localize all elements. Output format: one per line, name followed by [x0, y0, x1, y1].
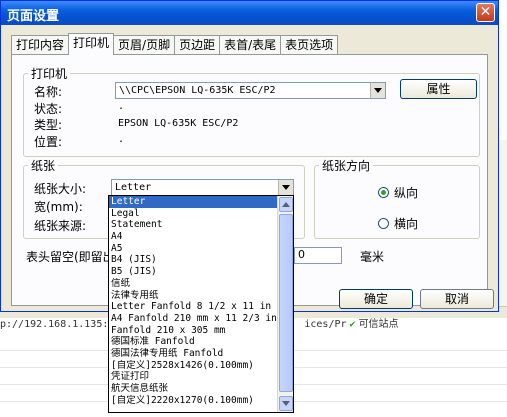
header-margin-input[interactable]: 0 [294, 247, 342, 264]
paper-size-select[interactable]: Letter [111, 179, 294, 196]
printer-name-select[interactable]: \\CPC\EPSON LQ-635K ESC/P2 [115, 82, 386, 99]
list-item[interactable]: A4 [109, 231, 277, 243]
printer-status-value: . [118, 101, 125, 112]
tab-header-footer[interactable]: 页眉/页脚 [113, 35, 176, 55]
list-item[interactable]: A5 [109, 243, 277, 255]
title-bar[interactable]: 页面设置 ✕ [1, 1, 498, 25]
list-item[interactable]: Legal [109, 208, 277, 220]
dialog-title: 页面设置 [7, 9, 60, 24]
list-item[interactable]: 凭证打印 [109, 371, 277, 383]
dropdown-scrollbar[interactable] [277, 196, 293, 412]
printer-group-label: 打印机 [31, 67, 68, 81]
tab-print-content[interactable]: 打印内容 [11, 35, 70, 55]
check-icon: ✔ [349, 319, 356, 330]
scroll-down-icon[interactable] [279, 396, 293, 411]
list-item[interactable]: 德国标准 Fanfold [109, 336, 277, 348]
list-item[interactable]: [自定义]2528x1426(0.100mm) [109, 360, 277, 372]
tab-table-head-tail[interactable]: 表首/表尾 [219, 35, 282, 55]
close-icon: ✕ [479, 4, 492, 20]
background-url-suffix: ices/Pr [304, 319, 347, 330]
paper-size-value: Letter [115, 182, 152, 193]
list-item[interactable]: Fanfold 210 x 305 mm [109, 325, 277, 337]
chevron-down-icon[interactable] [278, 180, 293, 195]
tab-margins[interactable]: 页边距 [174, 35, 221, 55]
list-item[interactable]: Letter [109, 196, 277, 208]
list-item[interactable]: [自定义]2220x1270(0.100mm) [109, 395, 277, 407]
portrait-radio[interactable] [378, 187, 389, 198]
list-item[interactable]: B4 (JIS) [109, 254, 277, 266]
printer-type-label: 类型: [34, 118, 63, 132]
scrollbar-thumb[interactable] [279, 214, 293, 392]
chevron-down-icon[interactable] [370, 83, 385, 98]
tab-strip: 打印内容 打印机 页眉/页脚 页边距 表首/表尾 表页选项 [11, 33, 339, 55]
properties-button[interactable]: 属性 [400, 79, 477, 99]
paper-size-label: 纸张大小: [34, 182, 87, 196]
trusted-site-label: 可信站点 [358, 319, 399, 330]
paper-size-dropdown[interactable]: Letter Legal Statement A4 A5 B4 (JIS) B5… [108, 195, 294, 413]
background-url: p://192.168.1.135: [0, 319, 109, 330]
tab-printer[interactable]: 打印机 [68, 33, 115, 55]
close-button[interactable]: ✕ [476, 3, 495, 22]
printer-location-value: . [118, 134, 125, 145]
tab-page-options[interactable]: 表页选项 [280, 35, 339, 55]
paper-size-list: Letter Legal Statement A4 A5 B4 (JIS) B5… [109, 196, 277, 406]
landscape-radio[interactable] [378, 218, 389, 229]
list-item[interactable]: Statement [109, 219, 277, 231]
orientation-group-label: 纸张方向 [322, 159, 371, 173]
list-item[interactable]: A4 Fanfold 210 mm x 11 2/3 in [109, 313, 277, 325]
list-item[interactable]: B5 (JIS) [109, 266, 277, 278]
printer-location-label: 位置: [34, 135, 63, 149]
list-item[interactable]: 航天信息纸张 [109, 383, 277, 395]
list-item[interactable]: 法律专用纸 [109, 290, 277, 302]
cancel-button[interactable]: 取消 [420, 289, 494, 309]
paper-width-label: 宽(mm): [34, 200, 83, 214]
printer-type-value: EPSON LQ-635K ESC/P2 [118, 118, 239, 129]
ok-button[interactable]: 确定 [339, 289, 413, 309]
header-margin-unit: 毫米 [360, 250, 385, 264]
list-item[interactable]: Letter Fanfold 8 1/2 x 11 in [109, 301, 277, 313]
portrait-label: 纵向 [394, 186, 419, 200]
printer-name-value: \\CPC\EPSON LQ-635K ESC/P2 [119, 85, 276, 96]
list-item[interactable]: 信纸 [109, 278, 277, 290]
paper-group-label: 纸张 [31, 159, 56, 173]
paper-source-label: 纸张来源: [34, 219, 87, 233]
printer-status-label: 状态: [34, 102, 63, 116]
scroll-up-icon[interactable] [279, 197, 293, 212]
header-margin-label: 表头留空(即留出 [26, 250, 115, 264]
printer-name-label: 名称: [34, 85, 63, 99]
landscape-label: 横向 [394, 217, 419, 231]
list-item[interactable]: 德国法律专用纸 Fanfold [109, 348, 277, 360]
